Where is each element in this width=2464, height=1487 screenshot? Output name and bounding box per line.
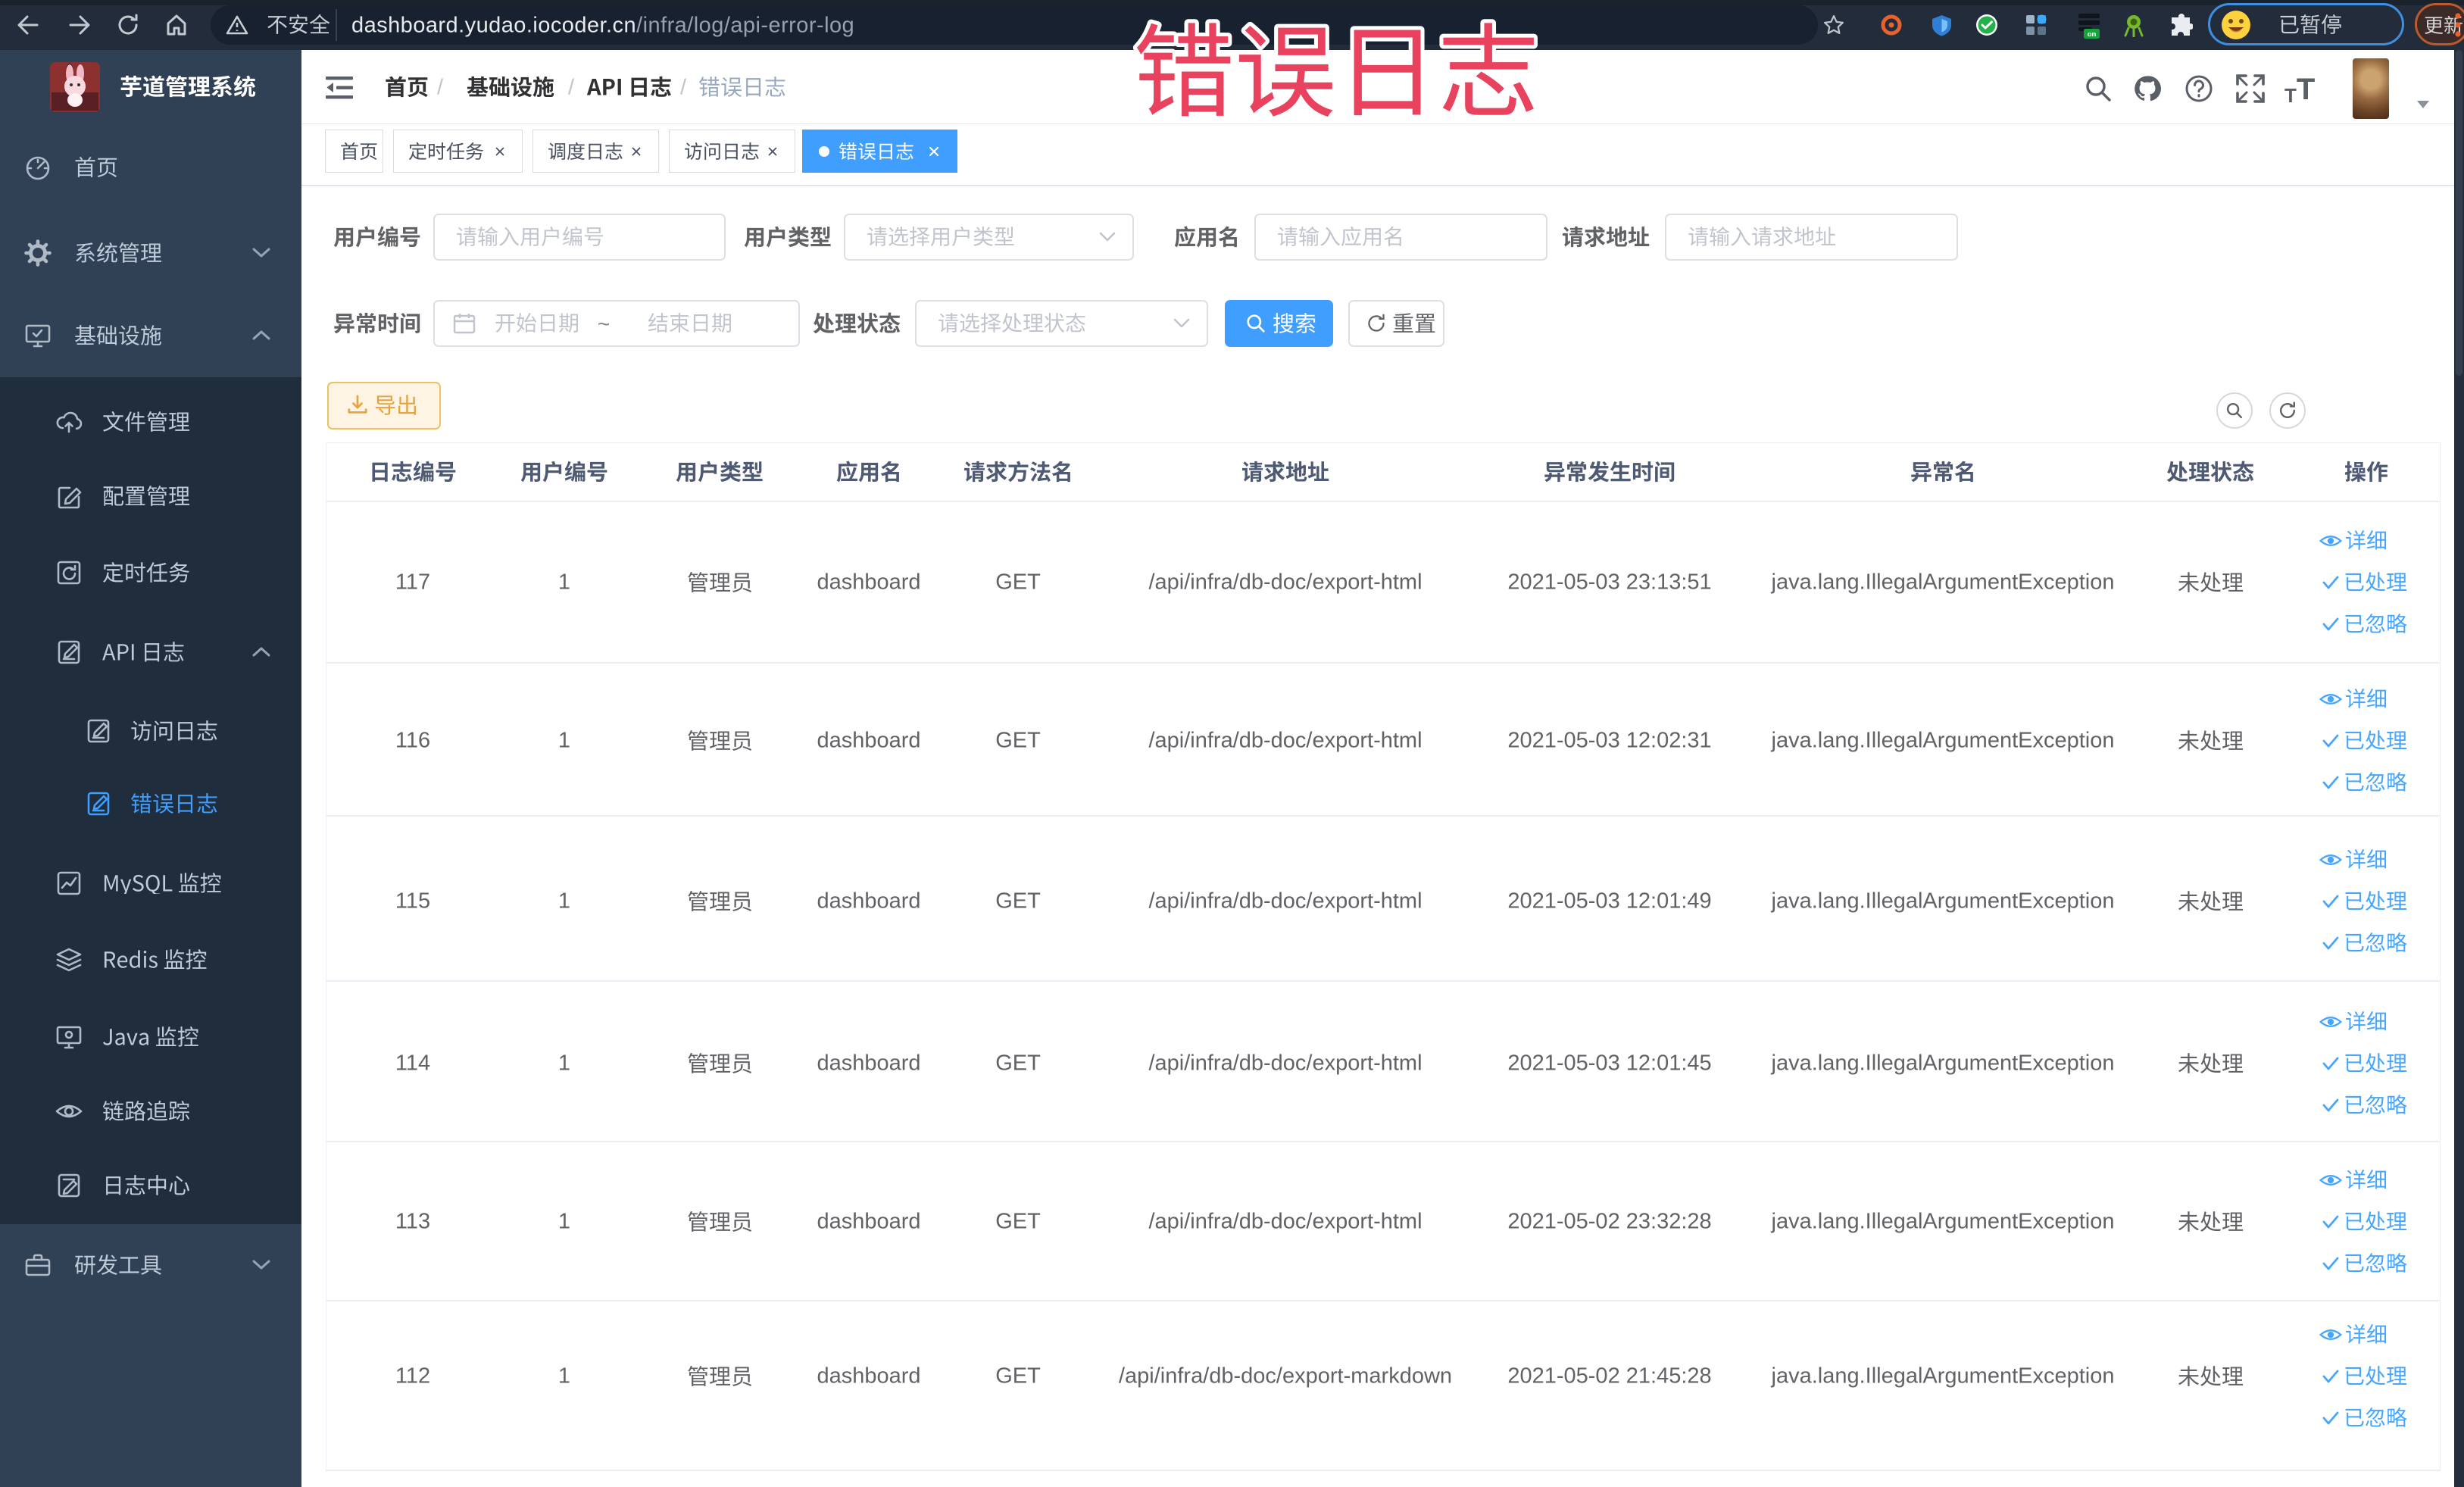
- svg-text:on: on: [2088, 30, 2097, 39]
